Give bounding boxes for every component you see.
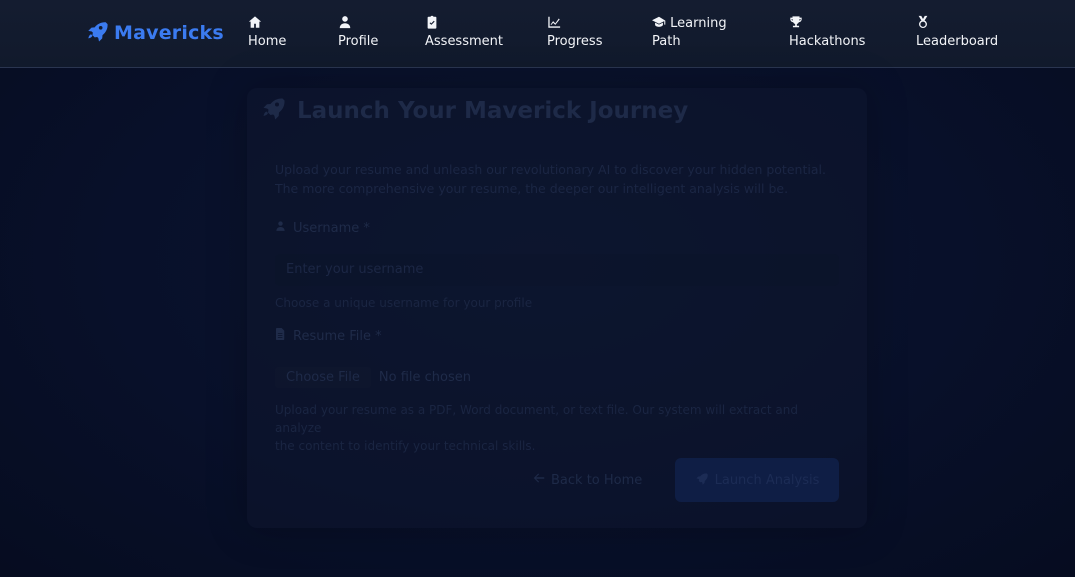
launch-button-label: Launch Analysis <box>714 472 820 488</box>
resume-hint-line-2: the content to identify your technical s… <box>275 439 536 453</box>
resume-upload-card: Launch Your Maverick Journey Upload your… <box>247 88 867 528</box>
medal-icon <box>916 15 930 29</box>
back-button-label: Back to Home <box>551 472 643 488</box>
nav-label-learning-line2: Path <box>652 34 681 49</box>
nav-label-hackathons: Hackathons <box>789 34 866 49</box>
nav-label-leaderboard: Leaderboard <box>916 34 999 49</box>
resume-label: Resume File * <box>275 328 382 344</box>
launch-analysis-button[interactable]: Launch Analysis <box>675 458 839 502</box>
clipboard-check-icon <box>425 15 439 29</box>
intro-line-1: Upload your resume and unleash our revol… <box>275 162 826 177</box>
nav-label-home: Home <box>248 34 287 49</box>
arrow-left-icon <box>533 472 545 488</box>
nav-item-assessment[interactable]: Assessment <box>425 14 503 52</box>
nav-item-home[interactable]: Home <box>248 14 286 52</box>
choose-file-button[interactable]: Choose File <box>275 366 371 388</box>
nav-label-assessment: Assessment <box>425 34 503 49</box>
file-status-text: No file chosen <box>378 369 471 385</box>
username-label-text: Username * <box>293 220 370 236</box>
brand-logo[interactable]: Mavericks <box>86 20 224 46</box>
resume-hint: Upload your resume as a PDF, Word docume… <box>275 401 845 455</box>
back-to-home-button[interactable]: Back to Home <box>533 470 642 490</box>
chart-line-icon <box>547 15 561 29</box>
file-icon <box>275 328 286 344</box>
home-icon <box>248 15 262 29</box>
user-icon <box>275 220 286 236</box>
username-label: Username * <box>275 220 370 236</box>
resume-file-input[interactable]: Choose File No file chosen <box>275 366 471 388</box>
nav-item-leaderboard[interactable]: Leaderboard <box>916 14 998 52</box>
nav-item-hackathons[interactable]: Hackathons <box>789 14 865 52</box>
card-title: Launch Your Maverick Journey <box>261 96 688 126</box>
rocket-icon <box>86 20 108 47</box>
nav-item-profile[interactable]: Profile <box>338 14 378 52</box>
user-icon <box>338 15 352 29</box>
username-hint: Choose a unique username for your profil… <box>275 296 533 310</box>
nav-item-learning-path[interactable]: Learning Path <box>652 14 727 52</box>
nav-item-progress[interactable]: Progress <box>547 14 602 52</box>
rocket-icon <box>261 96 285 126</box>
nav-label-profile: Profile <box>338 34 379 49</box>
rocket-icon <box>695 472 708 489</box>
top-navbar: Mavericks Home Profile Assessment Progre… <box>0 0 1075 68</box>
intro-text: Upload your resume and unleash our revol… <box>275 160 845 198</box>
intro-line-2: The more comprehensive your resume, the … <box>275 181 789 196</box>
username-placeholder: Enter your username <box>286 262 424 277</box>
nav-label-learning-line1: Learning <box>670 16 727 31</box>
brand-name: Mavericks <box>114 22 224 44</box>
resume-hint-line-1: Upload your resume as a PDF, Word docume… <box>275 403 798 435</box>
resume-label-text: Resume File * <box>293 328 382 344</box>
graduation-cap-icon <box>652 15 666 29</box>
nav-label-progress: Progress <box>547 34 603 49</box>
username-input[interactable]: Enter your username <box>275 254 839 286</box>
card-title-text: Launch Your Maverick Journey <box>297 98 689 124</box>
trophy-icon <box>789 15 803 29</box>
